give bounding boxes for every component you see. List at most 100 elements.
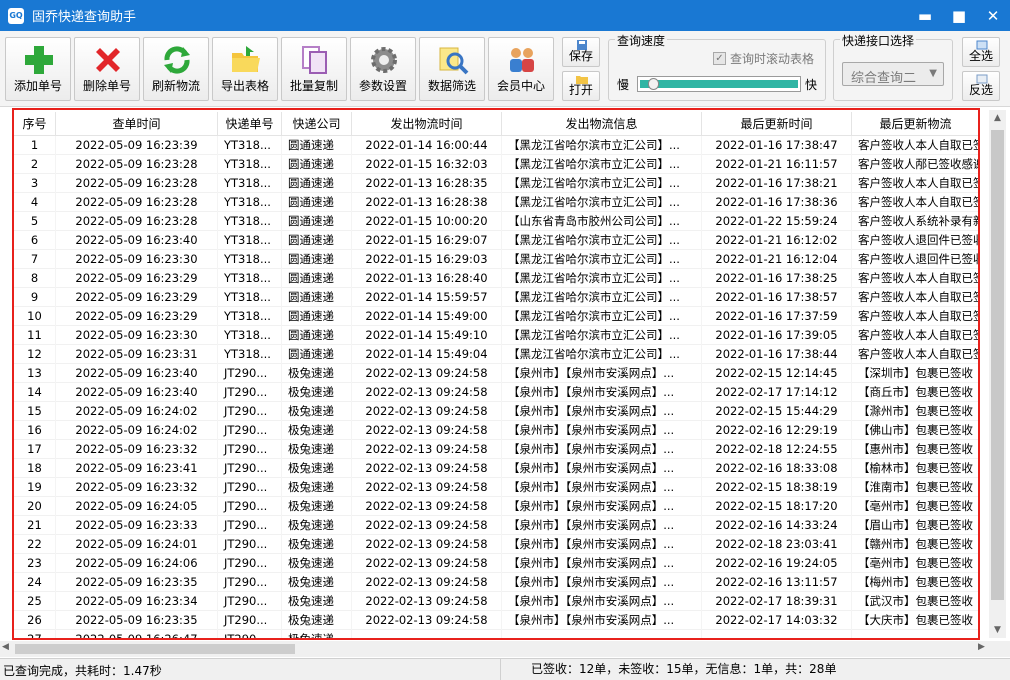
table-cell: 极兔速递 — [282, 421, 352, 440]
table-row[interactable]: 13 2022-05-09 16:23:40 JT290... 极兔速递 2022-02… — [14, 364, 978, 383]
column-header[interactable]: 最后更新时间 — [702, 112, 852, 136]
table-row[interactable]: 17 2022-05-09 16:23:32 JT290... 极兔速递 2022-02… — [14, 440, 978, 459]
table-row[interactable]: 7 2022-05-09 16:23:30 YT318... 圆通速递 2022-01-… — [14, 250, 978, 269]
scroll-down-icon[interactable]: ▼ — [989, 622, 1006, 638]
column-header[interactable]: 查单时间 — [56, 112, 218, 136]
speed-slider-thumb[interactable] — [647, 78, 659, 90]
table-cell: 客户签收人本人自取已签收 — [852, 307, 978, 326]
table-row[interactable]: 1 2022-05-09 16:23:39 YT318... 圆通速递 2022-01-… — [14, 136, 978, 155]
table-row[interactable]: 18 2022-05-09 16:23:41 JT290... 极兔速递 2022-02… — [14, 459, 978, 478]
column-header[interactable]: 发出物流信息 — [502, 112, 702, 136]
table-row[interactable]: 12 2022-05-09 16:23:31 YT318... 圆通速递 2022-01… — [14, 345, 978, 364]
minimize-button[interactable]: ▬ — [908, 0, 942, 31]
table-cell: 4 — [14, 193, 56, 212]
table-cell: 客户签收人本人自取已签收 — [852, 326, 978, 345]
table-cell: 2022-05-09 16:23:28 — [56, 212, 218, 231]
table-row[interactable]: 24 2022-05-09 16:23:35 JT290... 极兔速递 2022-02… — [14, 573, 978, 592]
table-cell: 极兔速递 — [282, 459, 352, 478]
table-cell: 【黑龙江省哈尔滨市立汇公司】... — [502, 269, 702, 288]
maximize-button[interactable]: ■ — [942, 0, 976, 31]
table-cell: 2022-05-09 16:24:02 — [56, 402, 218, 421]
table-cell: 圆通速递 — [282, 193, 352, 212]
table-cell: 2022-05-09 16:23:39 — [56, 136, 218, 155]
table-body: 1 2022-05-09 16:23:39 YT318... 圆通速递 2022-01-… — [14, 136, 978, 638]
table-row[interactable]: 21 2022-05-09 16:23:33 JT290... 极兔速递 2022-02… — [14, 516, 978, 535]
member-center-button[interactable]: 会员中心 — [488, 37, 554, 101]
api-select-dropdown[interactable]: 综合查询二 ▼ — [842, 62, 944, 86]
refresh-logistics-button[interactable]: 刷新物流 — [143, 37, 209, 101]
table-row[interactable]: 27 2022-05-09 16:26:47 JT290... 极兔速递 — [14, 630, 978, 638]
table-row[interactable]: 20 2022-05-09 16:24:05 JT290... 极兔速递 2022-02… — [14, 497, 978, 516]
export-folder-icon — [232, 46, 260, 72]
close-button[interactable]: ✕ — [976, 0, 1010, 31]
table-row[interactable]: 6 2022-05-09 16:23:40 YT318... 圆通速递 2022-01-… — [14, 231, 978, 250]
table-cell: JT290... — [218, 421, 282, 440]
invert-selection-button[interactable]: 反选 — [962, 71, 1000, 101]
save-button[interactable]: 保存 — [562, 37, 600, 67]
horizontal-scroll-thumb[interactable] — [15, 644, 295, 654]
column-header[interactable]: 最后更新物流 — [852, 112, 978, 136]
table-cell: 极兔速递 — [282, 383, 352, 402]
query-speed-slider[interactable] — [637, 76, 801, 92]
add-number-button[interactable]: 添加单号 — [5, 37, 71, 101]
table-cell: 【黑龙江省哈尔滨市立汇公司】... — [502, 345, 702, 364]
table-row[interactable]: 5 2022-05-09 16:23:28 YT318... 圆通速递 2022-01-… — [14, 212, 978, 231]
table-cell: 【滁州市】包裹已签收 — [852, 402, 978, 421]
table-cell: 极兔速递 — [282, 573, 352, 592]
scroll-right-icon[interactable]: ▶ — [978, 642, 985, 652]
vertical-scrollbar[interactable]: ▲ ▼ — [989, 110, 1006, 638]
table-cell: 2022-05-09 16:24:06 — [56, 554, 218, 573]
vertical-scroll-thumb[interactable] — [991, 130, 1004, 600]
table-cell: 2022-02-16 13:11:57 — [702, 573, 852, 592]
horizontal-scrollbar[interactable]: ◀ ▶ — [0, 641, 1010, 657]
table-row[interactable]: 2 2022-05-09 16:23:28 YT318... 圆通速递 2022-01-… — [14, 155, 978, 174]
select-all-button[interactable]: 全选 — [962, 37, 1000, 67]
status-query-complete: 已查询完成，共耗时：1.47秒 — [3, 664, 162, 678]
table-cell: 2022-01-16 17:38:57 — [702, 288, 852, 307]
table-cell: YT318... — [218, 269, 282, 288]
column-header[interactable]: 快递单号 — [218, 112, 282, 136]
table-cell: 【黑龙江省哈尔滨市立汇公司】... — [502, 231, 702, 250]
table-row[interactable]: 11 2022-05-09 16:23:30 YT318... 圆通速递 2022-01… — [14, 326, 978, 345]
table-row[interactable]: 14 2022-05-09 16:23:40 JT290... 极兔速递 2022-02… — [14, 383, 978, 402]
table-cell: 2022-01-14 15:49:04 — [352, 345, 502, 364]
table-row[interactable]: 25 2022-05-09 16:23:34 JT290... 极兔速递 2022-02… — [14, 592, 978, 611]
table-cell: YT318... — [218, 250, 282, 269]
table-cell: 2022-01-13 16:28:40 — [352, 269, 502, 288]
scroll-table-checkbox[interactable]: ✓ 查询时滚动表格 — [713, 50, 814, 67]
column-header[interactable]: 发出物流时间 — [352, 112, 502, 136]
open-button[interactable]: 打开 — [562, 71, 600, 101]
delete-number-button[interactable]: 删除单号 — [74, 37, 140, 101]
plus-icon — [25, 46, 53, 74]
table-cell: JT290... — [218, 573, 282, 592]
table-row[interactable]: 19 2022-05-09 16:23:32 JT290... 极兔速递 2022-02… — [14, 478, 978, 497]
table-row[interactable]: 10 2022-05-09 16:23:29 YT318... 圆通速递 2022-01… — [14, 307, 978, 326]
table-row[interactable]: 8 2022-05-09 16:23:29 YT318... 圆通速递 2022-01-… — [14, 269, 978, 288]
table-cell: 2022-01-15 16:32:03 — [352, 155, 502, 174]
parameter-settings-button[interactable]: 参数设置 — [350, 37, 416, 101]
table-cell: 2022-01-16 17:38:21 — [702, 174, 852, 193]
table-row[interactable]: 3 2022-05-09 16:23:28 YT318... 圆通速递 2022-01-… — [14, 174, 978, 193]
table-row[interactable]: 23 2022-05-09 16:24:06 JT290... 极兔速递 2022-02… — [14, 554, 978, 573]
table-cell: 2022-01-15 16:29:03 — [352, 250, 502, 269]
table-row[interactable]: 4 2022-05-09 16:23:28 YT318... 圆通速递 2022-01-… — [14, 193, 978, 212]
table-cell: 【梅州市】包裹已签收 — [852, 573, 978, 592]
table-row[interactable]: 9 2022-05-09 16:23:29 YT318... 圆通速递 2022-01-… — [14, 288, 978, 307]
scroll-left-icon[interactable]: ◀ — [2, 642, 9, 652]
table-row[interactable]: 15 2022-05-09 16:24:02 JT290... 极兔速递 2022-02… — [14, 402, 978, 421]
data-filter-button[interactable]: 数据筛选 — [419, 37, 485, 101]
table-row[interactable]: 16 2022-05-09 16:24:02 JT290... 极兔速递 2022-02… — [14, 421, 978, 440]
export-table-button[interactable]: 导出表格 — [212, 37, 278, 101]
column-header[interactable]: 快递公司 — [282, 112, 352, 136]
table-cell: 25 — [14, 592, 56, 611]
table-cell: 【黑龙江省哈尔滨市立汇公司】... — [502, 326, 702, 345]
batch-copy-button[interactable]: 批量复制 — [281, 37, 347, 101]
table-row[interactable]: 26 2022-05-09 16:23:35 JT290... 极兔速递 2022-02… — [14, 611, 978, 630]
table-row[interactable]: 22 2022-05-09 16:24:01 JT290... 极兔速递 2022-02… — [14, 535, 978, 554]
table-cell: 2022-02-13 09:24:58 — [352, 402, 502, 421]
column-header[interactable]: 序号 — [14, 112, 56, 136]
scroll-up-icon[interactable]: ▲ — [989, 110, 1006, 126]
batch-copy-label: 批量复制 — [289, 79, 338, 93]
table-cell: 2022-05-09 16:23:31 — [56, 345, 218, 364]
table-cell: JT290... — [218, 478, 282, 497]
